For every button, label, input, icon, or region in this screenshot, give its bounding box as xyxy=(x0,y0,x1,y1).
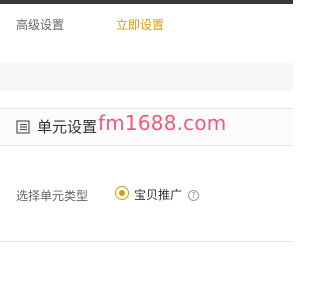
advanced-settings-label: 高级设置 xyxy=(16,18,65,32)
product-promotion-radio[interactable] xyxy=(115,186,129,200)
section-gap xyxy=(0,62,293,91)
set-now-link[interactable]: 立即设置 xyxy=(116,16,164,33)
radio-selected-dot xyxy=(119,190,125,196)
document-list-icon xyxy=(16,120,30,134)
bottom-divider xyxy=(0,241,293,242)
advanced-settings-row: 高级设置 立即设置 xyxy=(0,4,293,48)
product-promotion-label[interactable]: 宝贝推广 xyxy=(134,186,182,203)
question-circle-icon[interactable]: ? xyxy=(188,190,199,201)
unit-type-label: 选择单元类型 xyxy=(16,189,89,203)
section-title: 单元设置 xyxy=(37,118,98,136)
watermark-text: fm1688.com xyxy=(98,111,227,135)
